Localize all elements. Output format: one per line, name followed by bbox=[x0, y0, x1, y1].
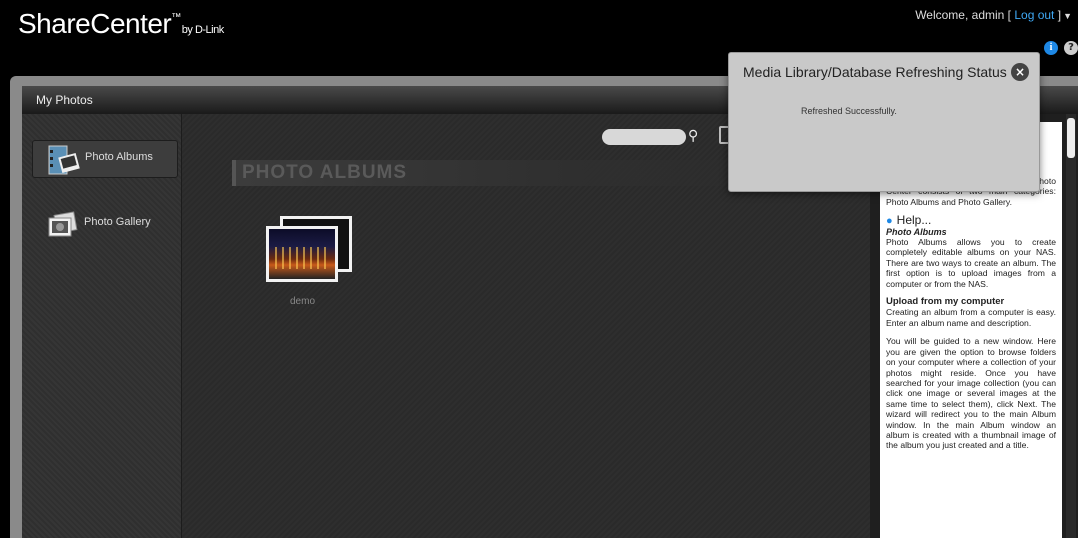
dialog-title: Media Library/Database Refreshing Status bbox=[743, 64, 1007, 80]
help-icon[interactable]: ? bbox=[1064, 41, 1078, 55]
dialog-message: Refreshed Successfully. bbox=[801, 106, 897, 116]
sidebar-item-photo-albums[interactable]: Photo Albums bbox=[32, 140, 178, 178]
info-icon[interactable]: i bbox=[1044, 41, 1058, 55]
logout-link[interactable]: Log out bbox=[1014, 8, 1054, 22]
brand-name: ShareCenter bbox=[18, 8, 172, 39]
photo-gallery-icon bbox=[48, 211, 78, 237]
bullet-icon: ● bbox=[886, 215, 893, 228]
welcome-end: ] bbox=[1057, 8, 1062, 22]
search-icon[interactable]: ⚲ bbox=[688, 128, 698, 144]
guide-help-text: You will be guided to a new window. Here… bbox=[886, 336, 1056, 451]
scrollbar-thumb[interactable] bbox=[1067, 118, 1075, 158]
user-menu-caret-icon[interactable]: ▼ bbox=[1063, 11, 1072, 21]
album-thumbnail[interactable] bbox=[266, 226, 338, 282]
brand-logo: ShareCenter™by D-Link bbox=[18, 8, 224, 40]
sidebar-item-photo-gallery[interactable]: Photo Gallery bbox=[32, 206, 178, 244]
album-name: demo bbox=[290, 296, 316, 307]
search-input[interactable] bbox=[602, 129, 686, 145]
album-tile[interactable]: demo bbox=[266, 216, 354, 316]
welcome-area: Welcome, admin [ Log out ] ▼ bbox=[915, 8, 1072, 22]
refresh-status-dialog: Media Library/Database Refreshing Status… bbox=[728, 52, 1040, 192]
brand-by: by D-Link bbox=[181, 24, 224, 36]
close-icon[interactable]: × bbox=[1011, 63, 1029, 81]
photo-albums-icon bbox=[48, 145, 80, 175]
section-title: PHOTO ALBUMS bbox=[232, 160, 792, 186]
welcome-text: Welcome, admin [ bbox=[915, 8, 1011, 22]
photo-albums-help-title: Photo Albums bbox=[886, 226, 947, 237]
help-heading-text: Help... bbox=[896, 213, 932, 228]
upload-help-text: Creating an album from a computer is eas… bbox=[886, 307, 1056, 328]
photo-albums-help-text: Photo Albums allows you to create comple… bbox=[886, 237, 1056, 289]
upload-help-title: Upload from my computer bbox=[886, 296, 1005, 308]
brand-tm: ™ bbox=[171, 12, 181, 23]
sidebar: Photo Albums Photo Gallery bbox=[22, 114, 182, 538]
search-box: ⚲ bbox=[602, 126, 706, 148]
help-heading: ● Help... bbox=[886, 213, 1056, 228]
help-scrollbar[interactable] bbox=[1066, 114, 1076, 538]
sidebar-item-label: Photo Albums bbox=[85, 151, 153, 163]
sidebar-item-label: Photo Gallery bbox=[84, 216, 151, 228]
